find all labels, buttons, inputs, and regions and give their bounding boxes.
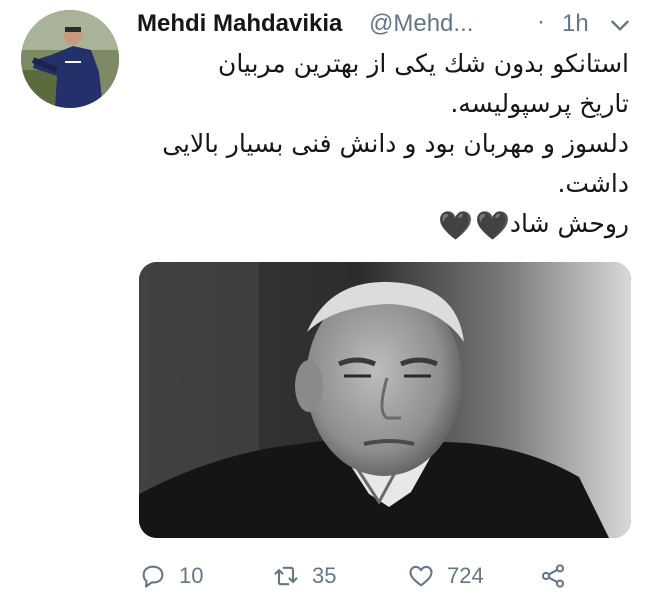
tweet-card[interactable]: Mehdi Mahdavikia @Mehd... · 1h استانکو ب…: [0, 0, 654, 600]
tweet-text-line: استانکو بدون شك يکی از بهترين مربيان: [217, 49, 629, 78]
chevron-down-icon[interactable]: [607, 12, 633, 38]
retweet-button[interactable]: 35: [272, 558, 336, 594]
tweet-text-line: تاريخ پرسپوليسه.: [450, 89, 629, 118]
black-heart-emoji: 🖤: [438, 209, 473, 242]
share-button[interactable]: [539, 558, 567, 594]
black-heart-emoji: 🖤: [475, 209, 510, 242]
reply-button[interactable]: 10: [139, 558, 203, 594]
tweet-text-line: دلسوز و مهربان بود و دانش فنی بسيار بالا…: [162, 129, 629, 158]
heart-icon: [409, 565, 433, 587]
tweet-text-line: روحش شاد: [509, 209, 629, 238]
tweet-image[interactable]: [139, 262, 631, 538]
tweet-text-last-line: روحش شاد🖤🖤: [137, 204, 629, 244]
separator-dot: ·: [537, 8, 545, 35]
share-icon: [541, 564, 565, 588]
tweet-header: Mehdi Mahdavikia @Mehd... · 1h: [137, 8, 637, 38]
retweet-icon: [274, 566, 298, 586]
avatar-photo: [21, 10, 119, 108]
tweet-text: استانکو بدون شك يکی از بهترين مربيان تار…: [137, 44, 629, 244]
like-button[interactable]: 724: [407, 558, 484, 594]
tweet-actions: 10 35 724: [139, 558, 631, 594]
avatar[interactable]: [21, 10, 119, 108]
reply-icon: [142, 565, 164, 588]
retweet-count: 35: [312, 563, 337, 588]
author-handle[interactable]: @Mehd...: [369, 10, 473, 38]
reply-count: 10: [179, 563, 204, 588]
author-name[interactable]: Mehdi Mahdavikia: [137, 10, 342, 38]
tweet-text-line: داشت.: [557, 169, 629, 198]
like-count: 724: [447, 563, 484, 588]
portrait-photo: [139, 262, 631, 538]
timestamp[interactable]: 1h: [562, 10, 589, 38]
